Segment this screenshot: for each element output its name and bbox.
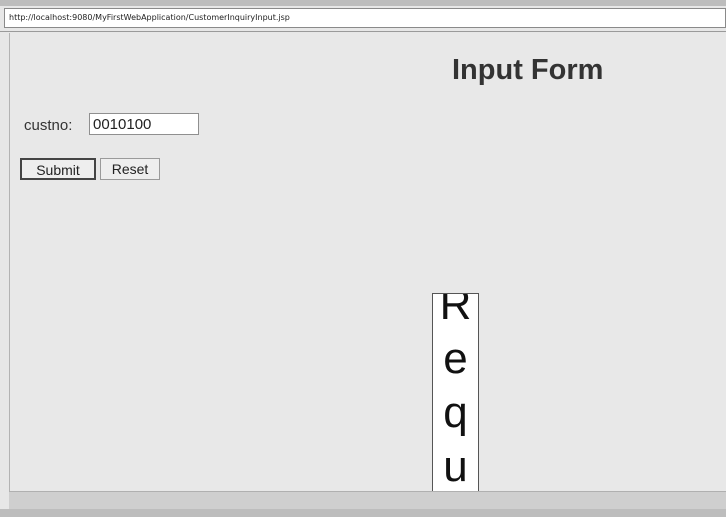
frame-divider: [0, 31, 726, 32]
custno-input[interactable]: [89, 113, 199, 135]
submit-button[interactable]: Submit: [20, 158, 96, 180]
custno-label: custno:: [24, 117, 73, 134]
vertical-text-char: R: [439, 293, 472, 329]
window-bottom-edge: [0, 509, 726, 517]
reset-button[interactable]: Reset: [100, 158, 160, 180]
vertical-text-char: e: [443, 334, 468, 383]
request-vertical-text-box: R e q u: [432, 293, 479, 517]
address-bar[interactable]: http://localhost:9080/MyFirstWebApplicat…: [4, 8, 726, 28]
vertical-text-char: u: [443, 442, 468, 491]
status-bar: [9, 491, 726, 509]
page-title: Input Form: [452, 54, 604, 86]
window-top-edge: [0, 0, 726, 6]
page-content: [9, 33, 726, 491]
browser-window: http://localhost:9080/MyFirstWebApplicat…: [0, 0, 726, 517]
vertical-text-char: q: [443, 388, 468, 437]
